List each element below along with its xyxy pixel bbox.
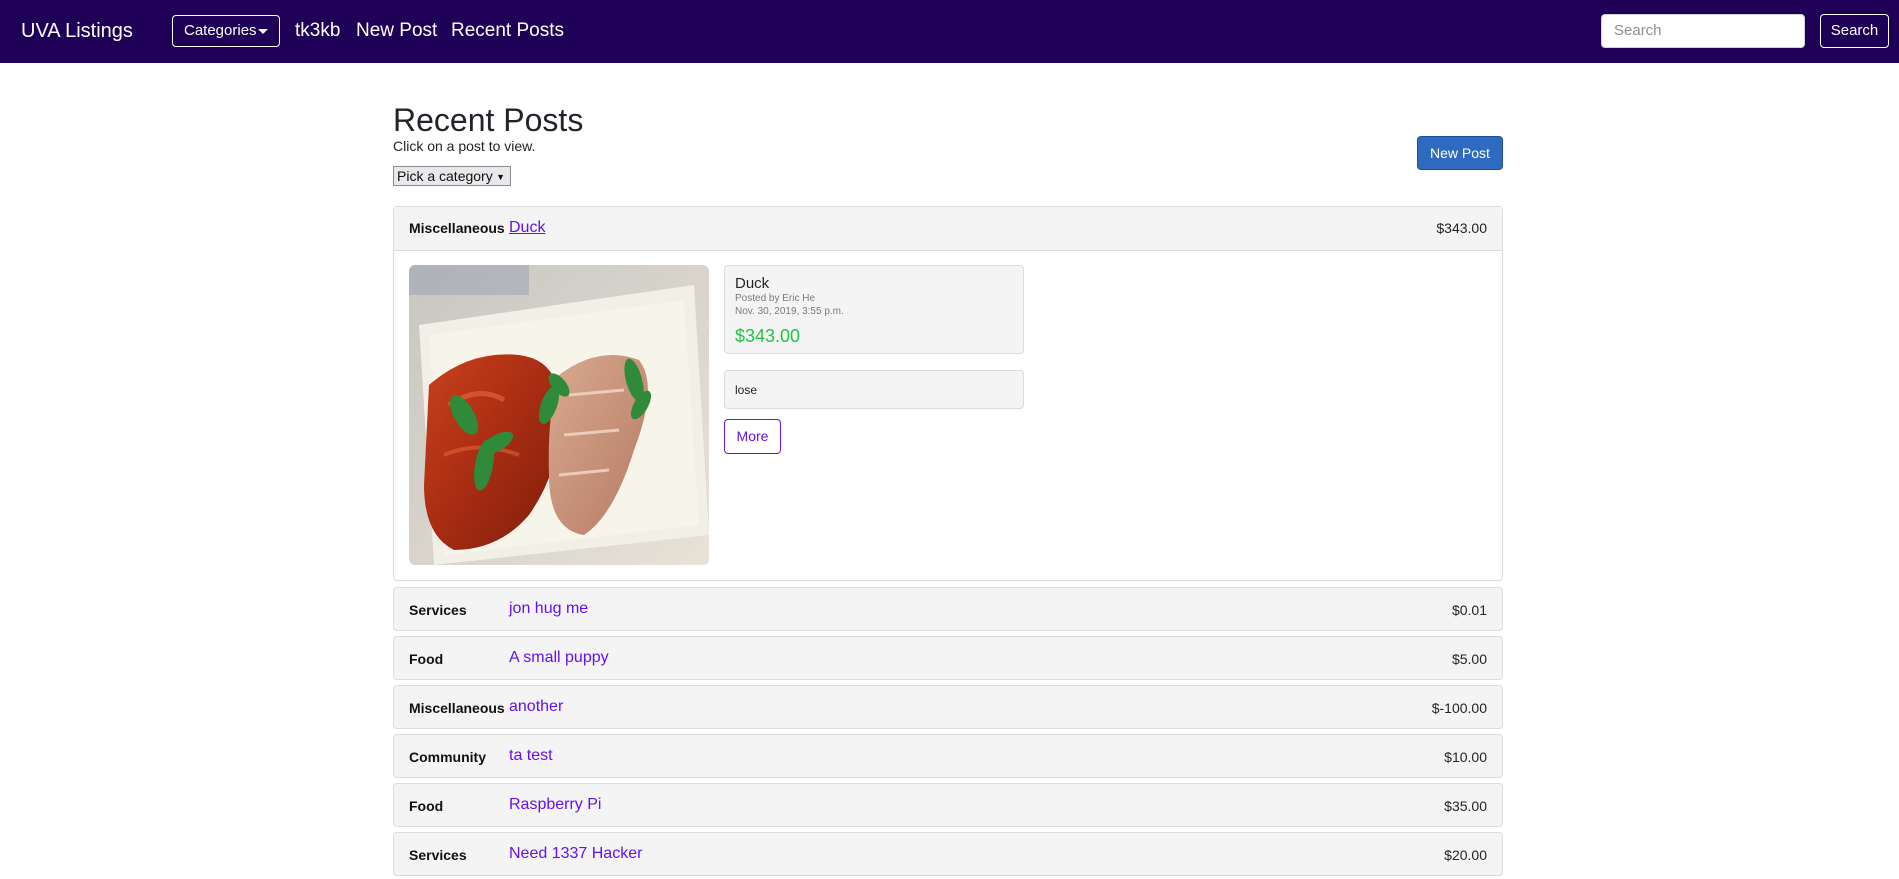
dropdown-arrow-icon: ▼ bbox=[496, 172, 505, 182]
post-description-box: lose bbox=[724, 370, 1024, 409]
post-category: Miscellaneous bbox=[409, 700, 505, 716]
nav-link-recent-posts[interactable]: Recent Posts bbox=[451, 19, 564, 43]
post-title-link[interactable]: jon hug me bbox=[509, 600, 588, 618]
post-category: Services bbox=[409, 847, 467, 863]
navbar: UVA Listings Categories tk3kb New Post R… bbox=[0, 0, 1899, 63]
search-button[interactable]: Search bbox=[1820, 14, 1889, 48]
detail-title: Duck bbox=[735, 275, 770, 292]
expanded-post-card: Miscellaneous Duck $343.00 Duck Posted b… bbox=[393, 206, 1503, 581]
roast-duck-photo-icon bbox=[409, 265, 709, 565]
caret-down-icon bbox=[258, 29, 268, 34]
post-title-link[interactable]: ta test bbox=[509, 747, 553, 765]
post-price: $20.00 bbox=[1444, 847, 1487, 863]
search-input[interactable]: Search bbox=[1601, 14, 1805, 48]
post-image[interactable] bbox=[409, 265, 709, 565]
post-row[interactable]: Miscellaneous another $-100.00 bbox=[393, 685, 1503, 729]
nav-link-user[interactable]: tk3kb bbox=[295, 19, 340, 43]
post-category: Services bbox=[409, 602, 467, 618]
post-title-link[interactable]: Need 1337 Hacker bbox=[509, 845, 642, 863]
post-title-link[interactable]: Duck bbox=[509, 219, 545, 237]
post-row[interactable]: Services jon hug me $0.01 bbox=[393, 587, 1503, 631]
detail-date: Nov. 30, 2019, 3:55 p.m. bbox=[735, 306, 844, 317]
more-button[interactable]: More bbox=[724, 419, 781, 454]
post-row[interactable]: Community ta test $10.00 bbox=[393, 734, 1503, 778]
categories-label: Categories bbox=[184, 22, 257, 39]
post-price: $10.00 bbox=[1444, 749, 1487, 765]
expanded-post-header[interactable]: Miscellaneous Duck $343.00 bbox=[394, 207, 1502, 251]
category-select-value: Pick a category bbox=[397, 168, 493, 184]
post-title-link[interactable]: Raspberry Pi bbox=[509, 796, 601, 814]
post-category: Food bbox=[409, 798, 444, 814]
post-title-link[interactable]: another bbox=[509, 698, 563, 716]
post-row[interactable]: Food Raspberry Pi $35.00 bbox=[393, 783, 1503, 827]
post-price: $343.00 bbox=[1436, 220, 1487, 236]
brand-link[interactable]: UVA Listings bbox=[21, 18, 133, 44]
new-post-button[interactable]: New Post bbox=[1417, 136, 1503, 170]
detail-author: Posted by Eric He bbox=[735, 293, 816, 304]
post-title-link[interactable]: A small puppy bbox=[509, 649, 609, 667]
nav-link-new-post[interactable]: New Post bbox=[356, 19, 437, 43]
post-row[interactable]: Food A small puppy $5.00 bbox=[393, 636, 1503, 680]
post-detail-box: Duck Posted by Eric He Nov. 30, 2019, 3:… bbox=[724, 265, 1024, 354]
page-subtitle: Click on a post to view. bbox=[393, 138, 536, 154]
post-category: Community bbox=[409, 749, 486, 765]
post-category: Miscellaneous bbox=[409, 220, 505, 236]
category-select[interactable]: Pick a category ▼ bbox=[393, 166, 511, 186]
post-price: $-100.00 bbox=[1431, 700, 1487, 716]
post-price: $35.00 bbox=[1444, 798, 1487, 814]
page-title: Recent Posts bbox=[393, 102, 584, 138]
post-description: lose bbox=[735, 383, 758, 397]
post-row[interactable]: Services Need 1337 Hacker $20.00 bbox=[393, 832, 1503, 876]
post-price: $5.00 bbox=[1451, 651, 1487, 667]
detail-price: $343.00 bbox=[735, 326, 801, 346]
categories-dropdown-button[interactable]: Categories bbox=[172, 15, 280, 47]
post-category: Food bbox=[409, 651, 444, 667]
post-price: $0.01 bbox=[1451, 602, 1487, 618]
